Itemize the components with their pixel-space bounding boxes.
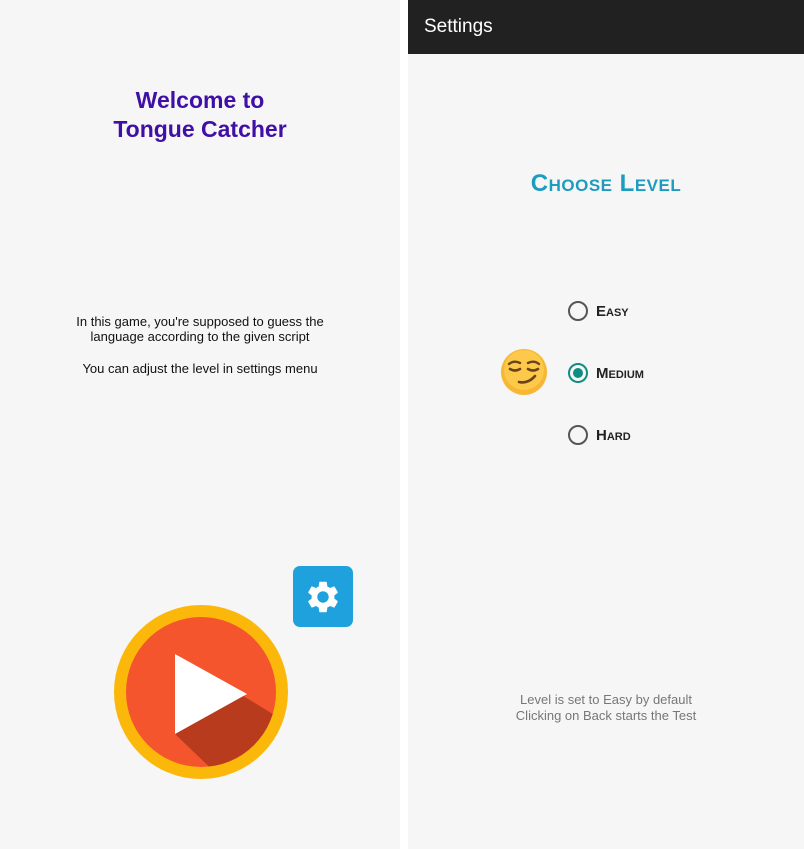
play-icon — [114, 605, 288, 779]
settings-button[interactable] — [293, 566, 353, 627]
instructions-line-1: In this game, you're supposed to guess t… — [76, 314, 324, 344]
radio-medium[interactable] — [568, 363, 588, 383]
settings-footer: Level is set to Easy by default Clicking… — [408, 692, 804, 724]
level-option-medium[interactable]: Medium — [568, 363, 644, 383]
home-screen: Welcome to Tongue Catcher In this game, … — [0, 0, 400, 849]
radio-hard[interactable] — [568, 425, 588, 445]
level-easy-label: Easy — [596, 302, 629, 320]
app-bar-title: Settings — [424, 16, 493, 37]
instructions-line-2: You can adjust the level in settings men… — [82, 361, 318, 376]
app-bar: Settings — [408, 0, 804, 54]
choose-level-heading: Choose Level — [530, 170, 682, 197]
welcome-line-2: Tongue Catcher — [113, 116, 287, 142]
footer-line-1: Level is set to Easy by default — [520, 692, 692, 707]
gear-icon — [308, 581, 338, 612]
level-medium-label: Medium — [596, 364, 644, 382]
smirking-face-icon — [501, 349, 547, 395]
level-option-easy[interactable]: Easy — [568, 301, 629, 321]
radio-easy[interactable] — [568, 301, 588, 321]
level-hard-label: Hard — [596, 426, 631, 444]
welcome-title: Welcome to Tongue Catcher — [0, 86, 400, 144]
footer-line-2: Clicking on Back starts the Test — [515, 708, 697, 723]
level-option-hard[interactable]: Hard — [568, 425, 631, 445]
welcome-line-1: Welcome to — [135, 87, 265, 113]
settings-screen: Settings Choose Level Easy Medium Hard L… — [408, 0, 804, 849]
play-button[interactable] — [113, 604, 289, 780]
instructions: In this game, you're supposed to guess t… — [60, 314, 340, 376]
